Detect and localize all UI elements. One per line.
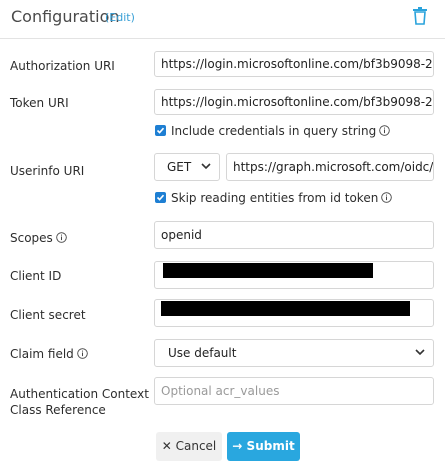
info-icon xyxy=(77,348,88,359)
client-id-label: Client ID xyxy=(10,269,62,283)
edit-link[interactable]: (Edit) xyxy=(105,11,135,24)
scopes-input[interactable]: openid xyxy=(154,221,434,249)
redaction-block xyxy=(161,301,410,316)
client-secret-label: Client secret xyxy=(10,308,86,322)
authorization-uri-label: Authorization URI xyxy=(10,59,115,73)
include-credentials-checkbox[interactable] xyxy=(155,125,166,136)
chevron-down-icon xyxy=(415,349,425,356)
authorization-uri-input[interactable]: https://login.microsoftonline.com/bf3b90… xyxy=(154,51,434,77)
scopes-label-text: Scopes xyxy=(10,231,53,245)
userinfo-uri-label: Userinfo URI xyxy=(10,164,85,178)
http-method-select[interactable]: GET xyxy=(154,153,220,181)
include-credentials-option[interactable]: Include credentials in query string xyxy=(155,124,390,138)
cancel-button[interactable]: ✕ Cancel xyxy=(156,432,222,461)
submit-button[interactable]: → Submit xyxy=(227,432,300,461)
header-divider xyxy=(0,38,445,39)
trash-icon[interactable] xyxy=(413,7,431,27)
claim-field-select[interactable]: Use default xyxy=(154,339,434,367)
info-icon xyxy=(56,232,67,243)
token-uri-input[interactable]: https://login.microsoftonline.com/bf3b90… xyxy=(154,89,434,115)
scopes-label: Scopes xyxy=(10,230,67,246)
acr-placeholder: Optional acr_values xyxy=(161,384,280,398)
skip-reading-option[interactable]: Skip reading entities from id token xyxy=(155,191,393,205)
skip-reading-label: Skip reading entities from id token xyxy=(171,191,379,205)
claim-field-label: Claim field xyxy=(10,346,88,362)
include-credentials-label: Include credentials in query string xyxy=(171,124,377,138)
chevron-down-icon xyxy=(201,163,211,170)
http-method-value: GET xyxy=(167,160,192,174)
skip-reading-checkbox[interactable] xyxy=(155,192,166,203)
checkmark-icon xyxy=(156,194,165,201)
info-icon xyxy=(379,125,390,136)
redaction-block xyxy=(163,263,373,278)
acr-input[interactable]: Optional acr_values xyxy=(154,377,434,405)
info-icon xyxy=(381,192,393,203)
page-title: Configuration xyxy=(11,7,120,26)
arrow-right-icon: → xyxy=(232,439,243,453)
config-header: Configuration (Edit) xyxy=(0,0,445,36)
cancel-label: Cancel xyxy=(175,439,217,453)
userinfo-uri-input[interactable]: https://graph.microsoft.com/oidc/use xyxy=(226,153,434,181)
submit-label: Submit xyxy=(246,439,295,453)
checkmark-icon xyxy=(156,127,165,134)
acr-label-line1: Authentication Context xyxy=(10,387,149,401)
acr-label: Authentication Context Class Reference xyxy=(10,386,149,418)
claim-field-value: Use default xyxy=(168,346,237,360)
acr-label-line2: Class Reference xyxy=(10,403,106,417)
claim-field-label-text: Claim field xyxy=(10,347,74,361)
close-icon: ✕ xyxy=(161,439,172,453)
token-uri-label: Token URI xyxy=(10,96,69,110)
